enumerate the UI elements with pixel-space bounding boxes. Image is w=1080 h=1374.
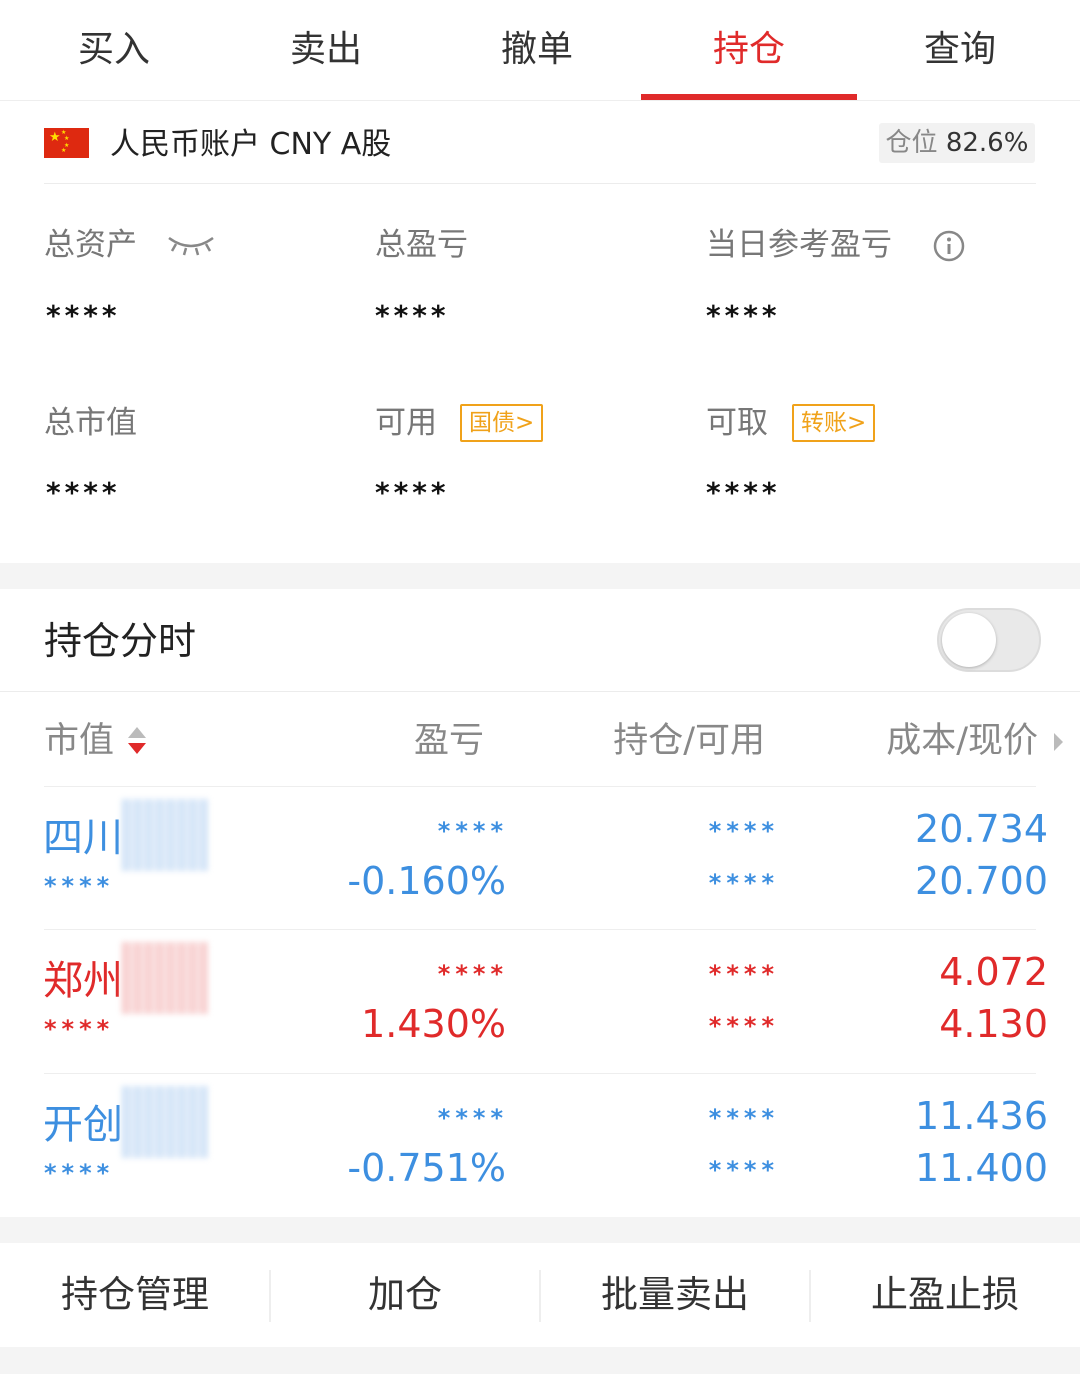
account-name[interactable]: 人民币账户 CNY A股 [110,124,391,166]
position-qty: **** [708,817,779,845]
position-qty: **** [708,960,779,988]
pnl-amount: **** [437,960,508,988]
table-row[interactable]: 郑州 **** **** 1.430% **** **** 4.072 4.13… [0,930,1080,1072]
china-flag-icon: ★ ★ ★ ★ ★ [44,128,89,158]
active-tab-indicator [641,94,857,100]
treasury-bond-link[interactable]: 国债> [460,404,544,442]
blurred-stock-name [122,1086,210,1158]
tab-cancel-order[interactable]: 撤单 [429,0,645,100]
today-pnl-label: 当日参考盈亏 [706,227,892,263]
stock-name: 开创 [43,1102,123,1148]
tab-sell[interactable]: 卖出 [218,0,434,100]
available-value: **** [375,476,450,509]
col-cost-price[interactable]: 成本/现价 [820,718,1038,764]
toggle-knob [942,613,996,667]
total-pnl-label: 总盈亏 [375,227,468,263]
section-gap [0,1217,1080,1243]
pnl-percent: 1.430% [361,1002,506,1046]
pnl-amount: **** [437,1104,508,1132]
transfer-link[interactable]: 转账> [792,404,876,442]
blurred-stock-name [122,942,210,1014]
stock-name: 郑州 [43,958,123,1004]
pnl-amount: **** [437,817,508,845]
intraday-toggle[interactable] [937,608,1041,672]
hide-eye-icon[interactable] [166,232,216,258]
withdrawable-value: **** [706,476,781,509]
col-position[interactable]: 持仓/可用 [560,718,765,764]
total-assets-label: 总资产 [44,227,137,263]
available-qty: **** [708,1012,779,1040]
position-ratio-value: 82.6% [945,128,1029,158]
today-pnl-value: **** [706,299,781,332]
intraday-title: 持仓分时 [44,619,197,663]
available-label: 可用 [375,405,437,441]
table-row[interactable]: 四川 **** **** -0.160% **** **** 20.734 20… [0,787,1080,929]
cost-price: 4.072 [939,950,1048,994]
trade-tab-bar: 买入 卖出 撤单 持仓 查询 [0,0,1080,101]
divider [0,691,1080,692]
current-price: 4.130 [939,1002,1048,1046]
add-position-button[interactable]: 加仓 [270,1243,540,1347]
manage-positions-button[interactable]: 持仓管理 [0,1243,270,1347]
divider [44,183,1036,184]
total-pnl-value: **** [375,299,450,332]
sort-down-icon[interactable] [128,743,146,754]
stock-name: 四川 [43,815,123,861]
section-gap [0,563,1080,589]
position-qty: **** [708,1104,779,1132]
col-market-value[interactable]: 市值 [44,718,114,764]
take-profit-stop-loss-button[interactable]: 止盈止损 [810,1243,1080,1347]
stock-market-value: **** [44,1015,115,1043]
cost-price: 20.734 [915,807,1048,851]
stock-market-value: **** [44,872,115,900]
position-ratio-badge: 仓位 82.6% [879,123,1035,163]
available-qty: **** [708,869,779,897]
pnl-percent: -0.751% [347,1146,506,1190]
market-value-label: 总市值 [44,405,137,441]
table-row[interactable]: 开创 **** **** -0.751% **** **** 11.436 11… [0,1074,1080,1216]
chevron-right-icon[interactable] [1054,733,1063,751]
blurred-stock-name [122,799,210,871]
current-price: 11.400 [915,1146,1048,1190]
info-icon[interactable] [932,229,966,263]
current-price: 20.700 [915,859,1048,903]
section-gap [0,1347,1080,1374]
batch-sell-button[interactable]: 批量卖出 [540,1243,810,1347]
market-value-value: **** [46,476,121,509]
available-qty: **** [708,1156,779,1184]
col-pnl[interactable]: 盈亏 [300,718,484,764]
sort-up-icon[interactable] [128,727,146,738]
total-assets-value: **** [46,299,121,332]
tab-query[interactable]: 查询 [852,0,1068,100]
position-ratio-label: 仓位 [885,128,938,158]
tab-buy[interactable]: 买入 [6,0,222,100]
stock-market-value: **** [44,1159,115,1187]
pnl-percent: -0.160% [347,859,506,903]
tab-positions[interactable]: 持仓 [641,0,857,100]
cost-price: 11.436 [915,1094,1048,1138]
withdrawable-label: 可取 [706,405,768,441]
